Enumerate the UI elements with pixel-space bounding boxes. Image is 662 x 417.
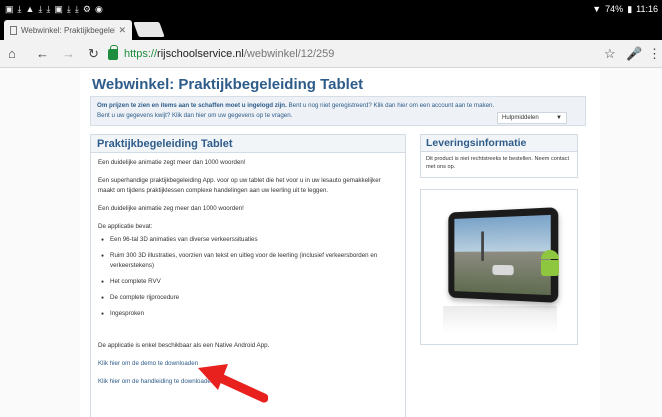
- close-tab-icon[interactable]: ✕: [118, 25, 126, 36]
- image-icon: ▣: [5, 4, 14, 14]
- traffic-light: [481, 231, 484, 261]
- delivery-info-text: Dit product is niet rechtstreeks te best…: [426, 156, 570, 170]
- tab-title: Webwinkel: Praktijkbegeleid...: [21, 25, 115, 35]
- tab-bar: Webwinkel: Praktijkbegeleid... ✕: [0, 18, 662, 40]
- wifi-icon: ▼: [592, 4, 602, 14]
- description-paragraph: De applicatie bevat:: [98, 223, 153, 230]
- new-tab-button[interactable]: [133, 22, 165, 37]
- notification-icons: ▣ ⤓ ▲ ⤓ ⤓ ▣ ⤓ ⤓ ⚙ ◉: [5, 3, 103, 15]
- panel-title: Praktijkbegeleiding Tablet: [91, 135, 405, 153]
- browser-tab[interactable]: Webwinkel: Praktijkbegeleid... ✕: [4, 20, 132, 40]
- warning-icon: ▲: [25, 4, 35, 14]
- microphone-icon[interactable]: 🎤: [626, 46, 642, 62]
- page-icon: [10, 25, 17, 35]
- car-illustration: [492, 264, 514, 276]
- tools-dropdown[interactable]: Hulpmiddelen ▼: [497, 112, 567, 124]
- image-icon: ▣: [54, 4, 63, 14]
- bookmark-star-icon[interactable]: ☆: [604, 46, 616, 62]
- description-paragraph: Een superhandige praktijkbegeleiding App…: [98, 177, 381, 194]
- register-link[interactable]: Klik dan hier om een account aan te make…: [373, 102, 494, 109]
- login-notice: Om prijzen te zien en items aan te schaf…: [90, 96, 586, 126]
- battery-icon: ▮: [627, 4, 633, 14]
- app-icon: ◉: [94, 4, 103, 14]
- menu-icon[interactable]: ⋮: [648, 46, 661, 62]
- notice-text: Bent u uw gegevens kwijt?: [97, 112, 172, 119]
- status-bar: ▣ ⤓ ▲ ⤓ ⤓ ▣ ⤓ ⤓ ⚙ ◉ ▼ 74% ▮ 11:16: [0, 0, 662, 18]
- caret-down-icon: ▼: [556, 115, 562, 121]
- description-paragraph: Een duidelijke animatie zegt meer dan 10…: [98, 159, 246, 166]
- notice-text: Bent u nog niet geregistreerd?: [286, 102, 374, 109]
- list-item: De complete rijprocedure: [98, 293, 398, 303]
- android-logo-icon: [535, 250, 565, 284]
- list-item: Een 96-tal 3D animaties van diverse verk…: [98, 235, 398, 245]
- notice-bold: Om prijzen te zien en items aan te schaf…: [97, 102, 287, 109]
- android-body: [541, 260, 559, 276]
- browser-toolbar: ⌂ ← → ↻ https:// rijschoolservice.nl /we…: [0, 40, 662, 68]
- lock-icon: [108, 44, 118, 60]
- back-icon[interactable]: ←: [36, 46, 49, 62]
- description-paragraph: De applicatie is enkel beschikbaar als e…: [98, 342, 270, 349]
- page-content: Webwinkel: Praktijkbegeleiding Tablet Om…: [80, 68, 600, 417]
- home-icon[interactable]: ⌂: [8, 46, 16, 62]
- list-item: Ingesproken: [98, 309, 398, 319]
- download-icon: ⤓: [74, 4, 79, 14]
- list-item: Het complete RVV: [98, 277, 398, 287]
- download-icon: ⤓: [46, 4, 51, 14]
- download-icon: ⤓: [66, 4, 71, 14]
- url-scheme: https://: [124, 48, 158, 60]
- product-image: [420, 189, 578, 345]
- battery-level: 74%: [605, 4, 624, 14]
- address-bar[interactable]: https:// rijschoolservice.nl /webwinkel/…: [108, 44, 588, 63]
- red-arrow-annotation: [198, 364, 268, 403]
- page-title: Webwinkel: Praktijkbegeleiding Tablet: [92, 76, 364, 93]
- panel-title: Leveringsinformatie: [421, 135, 577, 152]
- delivery-info-panel: Leveringsinformatie Dit product is niet …: [420, 134, 578, 178]
- url-host: rijschoolservice.nl: [157, 48, 244, 60]
- forward-icon[interactable]: →: [62, 46, 75, 62]
- clock: 11:16: [636, 4, 658, 14]
- tablet-reflection: [443, 306, 557, 332]
- system-status: ▼ 74% ▮ 11:16: [592, 3, 658, 15]
- recover-account-link[interactable]: Klik dan hier om uw gegevens op te vrage…: [172, 112, 292, 119]
- dropdown-value: Hulpmiddelen: [502, 115, 539, 121]
- web-page: Webwinkel: Praktijkbegeleiding Tablet Om…: [0, 68, 662, 417]
- download-icon: ⤓: [38, 4, 43, 14]
- settings-icon: ⚙: [82, 4, 91, 14]
- feature-list: Een 96-tal 3D animaties van diverse verk…: [98, 235, 398, 319]
- description-paragraph: Een duidelijke animatie zeg meer dan 100…: [98, 205, 244, 212]
- url-path: /webwinkel/12/259: [243, 48, 335, 60]
- android-head: [541, 250, 559, 259]
- download-icon: ⤓: [17, 4, 22, 14]
- list-item: Ruim 300 3D illustraties, voorzien van t…: [98, 251, 398, 271]
- reload-icon[interactable]: ↻: [88, 46, 99, 62]
